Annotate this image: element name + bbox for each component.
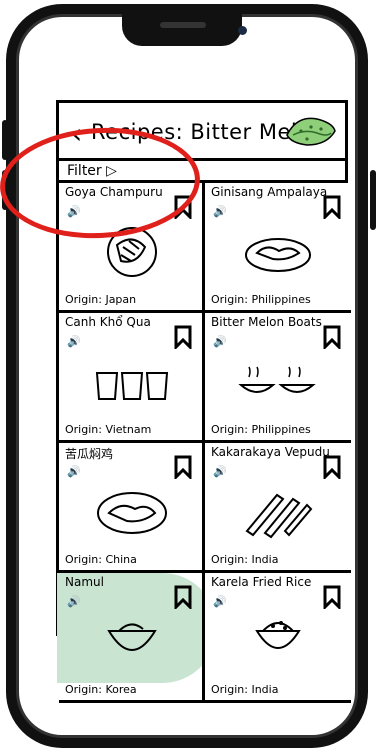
speaker-icon[interactable]: 🔊 — [67, 595, 81, 608]
phone-power-button — [370, 170, 376, 230]
recipe-grid: Goya Champuru 🔊 Origin: Japan Ginisang A… — [57, 183, 351, 703]
recipe-origin: Origin: Japan — [65, 293, 137, 306]
recipe-name: Ginisang Ampalaya — [211, 185, 328, 199]
dish-illustration — [238, 366, 316, 393]
recipe-card[interactable]: 苦瓜焖鸡 🔊 Origin: China — [59, 443, 205, 573]
recipe-name: 苦瓜焖鸡 — [65, 447, 114, 461]
recipe-origin: Origin: Philippines — [211, 293, 311, 306]
dish-illustration — [95, 372, 169, 400]
recipe-card[interactable]: Bitter Melon Boats 🔊 Origin: Philippines — [205, 313, 351, 443]
recipe-origin: Origin: India — [211, 553, 279, 566]
bookmark-icon[interactable] — [323, 585, 341, 609]
recipe-origin: Origin: Vietnam — [65, 423, 152, 436]
recipe-card[interactable]: Karela Fried Rice 🔊 Origin: India — [205, 573, 351, 703]
phone-notch — [122, 10, 242, 46]
recipe-origin: Origin: Philippines — [211, 423, 311, 436]
recipe-card[interactable]: Kakarakaya Vepudu 🔊 Origin: India — [205, 443, 351, 573]
recipe-origin: Origin: China — [65, 553, 137, 566]
bookmark-icon[interactable] — [323, 455, 341, 479]
bookmark-icon[interactable] — [174, 325, 192, 349]
dish-illustration — [245, 238, 311, 272]
speaker-icon[interactable]: 🔊 — [67, 465, 81, 478]
recipe-origin: Origin: India — [211, 683, 279, 696]
recipe-origin: Origin: Korea — [65, 683, 137, 696]
speaker-icon[interactable]: 🔊 — [67, 335, 81, 348]
recipe-name: Canh Khổ Qua — [65, 315, 151, 329]
dish-illustration — [255, 621, 301, 649]
front-camera — [238, 26, 247, 35]
bookmark-icon[interactable] — [174, 455, 192, 479]
dish-illustration — [107, 623, 157, 651]
bookmark-icon[interactable] — [323, 195, 341, 219]
bookmark-icon[interactable] — [323, 325, 341, 349]
recipe-card[interactable]: Ginisang Ampalaya 🔊 Origin: Philippines — [205, 183, 351, 313]
phone-volume-button — [2, 120, 8, 160]
speaker-icon[interactable]: 🔊 — [213, 465, 227, 478]
bookmark-icon[interactable] — [174, 585, 192, 609]
recipe-card-selected[interactable]: Namul 🔊 Origin: Korea — [59, 573, 205, 703]
bitter-melon-icon — [286, 117, 336, 146]
dish-illustration — [97, 492, 167, 534]
recipe-name: Namul — [65, 575, 104, 589]
speaker-icon[interactable]: 🔊 — [213, 595, 227, 608]
speaker-icon[interactable]: 🔊 — [213, 205, 227, 218]
recipe-card[interactable]: Canh Khổ Qua 🔊 Origin: Vietnam — [59, 313, 205, 443]
recipe-name: Bitter Melon Boats — [211, 315, 322, 329]
recipe-name: Karela Fried Rice — [211, 575, 312, 589]
speaker-grill — [160, 22, 206, 28]
dish-illustration — [245, 493, 313, 539]
speaker-icon[interactable]: 🔊 — [213, 335, 227, 348]
recipe-name: Kakarakaya Vepudu — [211, 445, 330, 459]
